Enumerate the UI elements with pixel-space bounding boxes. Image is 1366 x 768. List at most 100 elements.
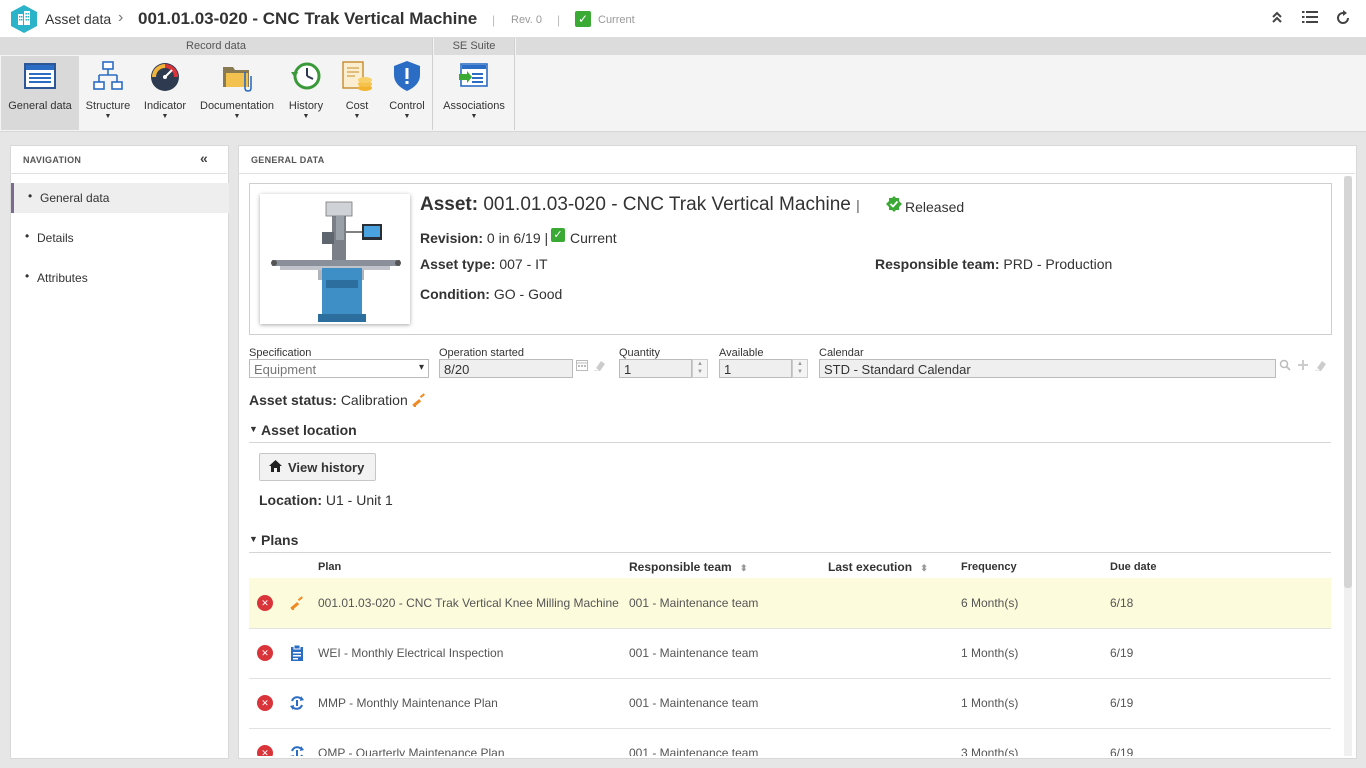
current-label: Current bbox=[598, 14, 635, 26]
add-icon[interactable] bbox=[1295, 359, 1311, 378]
remove-icon[interactable]: ✕ bbox=[257, 645, 273, 661]
list-icon[interactable] bbox=[1301, 10, 1319, 28]
sort-icon: ⬍ bbox=[915, 563, 928, 573]
due-date-cell: 6/18 bbox=[1110, 596, 1134, 610]
condition-field: Condition: GO - Good bbox=[420, 286, 562, 302]
ribbon-group-se-suite: SE Suite bbox=[434, 38, 514, 55]
column-header-plan[interactable]: Plan bbox=[318, 561, 341, 573]
bullet-icon: • bbox=[28, 189, 33, 203]
ribbon-label: Indicator bbox=[143, 100, 187, 112]
chevron-down-icon: ▾ bbox=[418, 362, 424, 373]
due-date-cell: 6/19 bbox=[1110, 646, 1134, 660]
responsible-team-field: Responsible team: PRD - Production bbox=[875, 256, 1112, 272]
sort-icon: ⬍ bbox=[735, 563, 748, 573]
nav-item-general-data[interactable]: • General data bbox=[11, 183, 229, 213]
frequency-cell: 1 Month(s) bbox=[961, 696, 1019, 710]
dropdown-caret-icon: ▼ bbox=[302, 113, 310, 120]
collapse-up-icon[interactable] bbox=[1268, 10, 1286, 28]
team-cell: 001 - Maintenance team bbox=[629, 746, 759, 756]
column-header-due-date[interactable]: Due date bbox=[1110, 561, 1156, 573]
plan-cell[interactable]: MMP - Monthly Maintenance Plan bbox=[318, 696, 498, 710]
breadcrumb-chevron-icon: › bbox=[118, 9, 124, 26]
structure-icon bbox=[92, 60, 124, 92]
nav-item-label: Attributes bbox=[37, 271, 88, 285]
ribbon-label: General data bbox=[8, 100, 72, 112]
ribbon-label: Documentation bbox=[200, 100, 274, 112]
section-collapse-caret-icon[interactable]: ▼ bbox=[249, 534, 258, 544]
remove-icon[interactable]: ✕ bbox=[257, 745, 273, 756]
condition-value: GO - Good bbox=[493, 286, 563, 302]
condition-label: Condition: bbox=[420, 286, 490, 302]
plans-section-title[interactable]: Plans bbox=[261, 532, 298, 548]
specification-value: Equipment bbox=[254, 362, 317, 377]
nav-item-details[interactable]: • Details bbox=[11, 223, 226, 253]
remove-icon[interactable]: ✕ bbox=[257, 595, 273, 611]
breadcrumb-root[interactable]: Asset data bbox=[45, 11, 111, 27]
column-header-responsible-team[interactable]: Responsible team ⬍ bbox=[629, 560, 748, 574]
ribbon-label: Control bbox=[389, 100, 425, 112]
calendar-label: Calendar bbox=[819, 347, 864, 359]
main-panel-title: GENERAL DATA bbox=[251, 155, 325, 165]
clear-eraser-icon[interactable] bbox=[1313, 359, 1329, 378]
calendar-icon[interactable] bbox=[574, 359, 590, 378]
plan-cell[interactable]: WEI - Monthly Electrical Inspection bbox=[318, 646, 503, 660]
maintenance-cycle-icon bbox=[289, 745, 305, 756]
indicator-gauge-icon bbox=[149, 60, 181, 92]
operation-started-input[interactable]: 8/20 bbox=[439, 359, 573, 378]
ribbon-control-button[interactable]: Control ▼ bbox=[383, 56, 431, 130]
operation-started-label: Operation started bbox=[439, 347, 524, 359]
column-header-label: Responsible team bbox=[629, 560, 732, 574]
responsible-team-value: PRD - Production bbox=[1003, 256, 1113, 272]
dropdown-caret-icon: ▼ bbox=[161, 113, 169, 120]
inspection-clipboard-icon bbox=[289, 644, 305, 661]
plan-cell[interactable]: QMP - Quarterly Maintenance Plan bbox=[318, 746, 505, 756]
scrollbar-thumb[interactable] bbox=[1344, 176, 1352, 588]
ribbon-group-record-data: Record data bbox=[0, 38, 432, 55]
ribbon-associations-button[interactable]: Associations ▼ bbox=[437, 56, 511, 130]
column-header-frequency[interactable]: Frequency bbox=[961, 561, 1017, 573]
released-badge-icon bbox=[886, 196, 902, 212]
maintenance-cycle-icon bbox=[289, 695, 305, 711]
specification-select[interactable]: Equipment ▾ bbox=[249, 359, 429, 378]
due-date-cell: 6/19 bbox=[1110, 696, 1134, 710]
refresh-icon[interactable] bbox=[1334, 10, 1352, 28]
plan-cell[interactable]: 001.01.03-020 - CNC Trak Vertical Knee M… bbox=[318, 596, 619, 610]
history-clock-icon bbox=[290, 60, 322, 92]
ribbon-general-data-button[interactable]: General data bbox=[1, 56, 79, 130]
divider bbox=[239, 173, 1355, 174]
table-row-clip: ✕ QMP - Quarterly Maintenance Plan 001 -… bbox=[239, 728, 1343, 756]
quantity-input[interactable]: 1 bbox=[619, 359, 692, 378]
quantity-stepper[interactable]: ▲ ▼ bbox=[692, 359, 708, 378]
ribbon-label: Associations bbox=[443, 100, 505, 112]
ribbon-divider bbox=[432, 38, 433, 130]
current-check-icon: ✓ bbox=[575, 11, 591, 27]
nav-item-attributes[interactable]: • Attributes bbox=[11, 263, 226, 293]
remove-icon[interactable]: ✕ bbox=[257, 695, 273, 711]
clear-eraser-icon[interactable] bbox=[592, 359, 608, 378]
ribbon-history-button[interactable]: History ▼ bbox=[281, 56, 331, 130]
asset-location-section-title[interactable]: Asset location bbox=[261, 422, 357, 438]
collapse-left-icon[interactable]: « bbox=[200, 150, 208, 166]
asset-status-label: Asset status: bbox=[249, 392, 337, 408]
ribbon-indicator-button[interactable]: Indicator ▼ bbox=[137, 56, 193, 130]
associations-icon bbox=[458, 60, 490, 92]
revision-value: 0 in 6/19 | bbox=[486, 230, 549, 246]
cnc-machine-image bbox=[260, 194, 410, 324]
search-icon[interactable] bbox=[1277, 359, 1293, 378]
ribbon-documentation-button[interactable]: Documentation ▼ bbox=[195, 56, 279, 130]
section-collapse-caret-icon[interactable]: ▼ bbox=[249, 424, 258, 434]
column-header-last-execution[interactable]: Last execution ⬍ bbox=[828, 560, 928, 574]
available-label: Available bbox=[719, 347, 764, 359]
title-separator: | bbox=[856, 197, 860, 213]
view-history-button[interactable]: View history bbox=[259, 453, 376, 481]
frequency-cell: 3 Month(s) bbox=[961, 746, 1019, 756]
dropdown-caret-icon: ▼ bbox=[470, 113, 478, 120]
ribbon-structure-button[interactable]: Structure ▼ bbox=[81, 56, 135, 130]
available-input[interactable]: 1 bbox=[719, 359, 792, 378]
record-title: 001.01.03-020 - CNC Trak Vertical Machin… bbox=[138, 9, 478, 28]
cost-coins-icon bbox=[341, 60, 373, 92]
calendar-input[interactable]: STD - Standard Calendar bbox=[819, 359, 1276, 378]
ribbon-cost-button[interactable]: Cost ▼ bbox=[333, 56, 381, 130]
revision-label: Revision: bbox=[420, 230, 484, 246]
available-stepper[interactable]: ▲ ▼ bbox=[792, 359, 808, 378]
